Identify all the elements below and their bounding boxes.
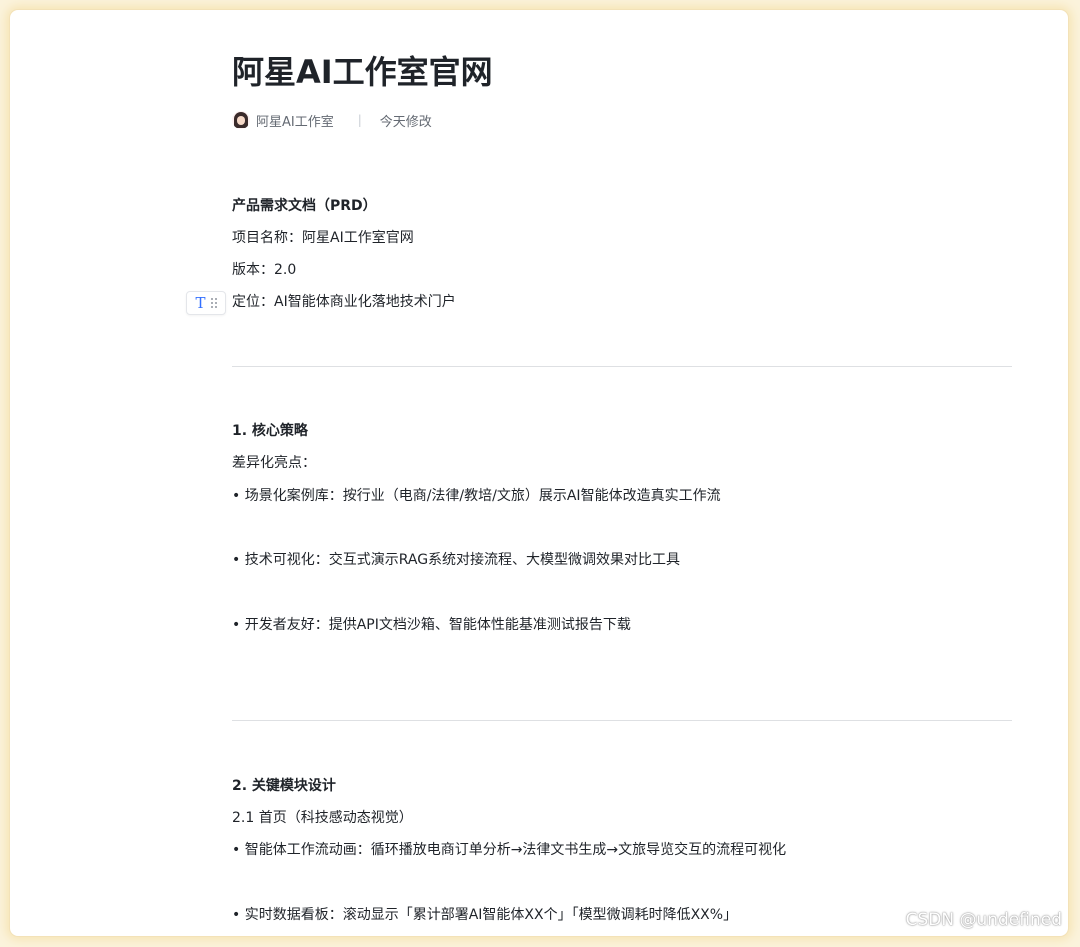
document-meta: 阿星AI工作室 | 今天修改	[232, 108, 432, 132]
page-title: 阿星AI工作室官网	[232, 53, 493, 91]
list-item: • 实时数据看板：滚动显示「累计部署AI智能体XX个」「模型微调耗时降低XX%」	[232, 907, 738, 923]
section2-heading: 2. 关键模块设计	[232, 778, 336, 794]
list-item: • 开发者友好：提供API文档沙箱、智能体性能基准测试报告下载	[232, 617, 631, 633]
document-page: T 阿星AI工作室官网 阿星AI工作室 | 今天修改 产品需求文档（PRD） 项…	[10, 10, 1068, 936]
section1-heading: 1. 核心策略	[232, 423, 308, 439]
modified-time: 今天修改	[379, 114, 432, 130]
block-handle[interactable]: T	[186, 291, 226, 315]
author-name[interactable]: 阿星AI工作室	[256, 111, 334, 130]
list-item: • 智能体工作流动画：循环播放电商订单分析→法律文书生成→文旅导览交互的流程可视…	[232, 842, 787, 858]
avatar[interactable]	[232, 111, 250, 129]
text-block-icon[interactable]: T	[195, 294, 205, 312]
prd-heading: 产品需求文档（PRD）	[232, 198, 377, 214]
list-item: • 场景化案例库：按行业（电商/法律/教培/文旅）展示AI智能体改造真实工作流	[232, 488, 721, 504]
section2-subheading: 2.1 首页（科技感动态视觉）	[232, 810, 413, 826]
drag-handle-icon[interactable]	[210, 298, 217, 308]
meta-separator: |	[357, 113, 362, 127]
positioning-line: 定位：AI智能体商业化落地技术门户	[232, 294, 456, 310]
divider	[232, 366, 1012, 367]
version-line: 版本：2.0	[232, 262, 297, 278]
watermark: CSDN @undefined	[905, 910, 1062, 930]
section1-subheading: 差异化亮点：	[232, 455, 316, 471]
divider	[232, 720, 1012, 721]
project-name-line: 项目名称：阿星AI工作室官网	[232, 230, 414, 246]
list-item: • 技术可视化：交互式演示RAG系统对接流程、大模型微调效果对比工具	[232, 552, 681, 568]
